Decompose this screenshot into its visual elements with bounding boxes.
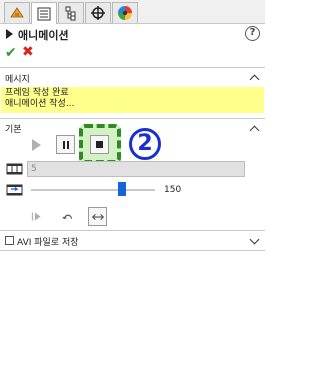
- divider: [0, 250, 265, 251]
- configuration-manager-icon: [65, 6, 76, 21]
- message-box: 프레임 작성 완료 애니메이션 작성...: [1, 87, 264, 113]
- ok-cancel-bar: ✔ ✖: [0, 44, 265, 63]
- play-arrow-icon: [6, 29, 13, 39]
- feature-manager-icon: [10, 7, 24, 18]
- step-number-marker: 2: [129, 128, 161, 160]
- frames-icon: [6, 163, 23, 175]
- property-manager-tab[interactable]: [31, 2, 57, 24]
- display-manager-icon: [118, 6, 132, 20]
- stop-button[interactable]: [90, 135, 109, 154]
- ok-button[interactable]: ✔: [5, 45, 17, 61]
- divider: [0, 118, 265, 119]
- reciprocate-button[interactable]: [88, 207, 107, 226]
- speed-slider-thumb[interactable]: [117, 182, 126, 196]
- loop-button[interactable]: [58, 207, 77, 226]
- dimxpert-manager-tab[interactable]: [85, 2, 111, 23]
- speed-value: 150: [164, 185, 182, 195]
- loop-icon: [61, 214, 72, 219]
- play-once-button[interactable]: [27, 207, 46, 226]
- collapse-message-icon[interactable]: [249, 74, 260, 85]
- pause-icon: [62, 140, 69, 149]
- message-line: 애니메이션 작성...: [5, 99, 75, 109]
- message-line: 프레임 작성 완료: [5, 88, 69, 98]
- collapse-basic-icon[interactable]: [249, 125, 260, 136]
- basic-section-title: 기본: [5, 125, 22, 135]
- cancel-button[interactable]: ✖: [22, 44, 34, 60]
- configuration-manager-tab[interactable]: [58, 2, 84, 23]
- play-once-icon: [31, 212, 41, 221]
- help-icon[interactable]: ?: [245, 26, 260, 41]
- expand-avi-icon[interactable]: [249, 234, 260, 245]
- reciprocate-icon: [91, 213, 104, 220]
- save-avi-checkbox[interactable]: [5, 236, 14, 245]
- speed-slider[interactable]: [31, 189, 155, 191]
- play-icon: [32, 138, 41, 151]
- feature-manager-tab[interactable]: [4, 2, 30, 23]
- dimxpert-manager-icon: [91, 6, 105, 20]
- stop-icon: [96, 141, 103, 148]
- panel-title: 애니메이션: [18, 29, 69, 42]
- pause-button[interactable]: [56, 135, 75, 154]
- panel-header: 애니메이션 ?: [0, 24, 265, 44]
- save-avi-label: AVI 파일로 저장: [17, 238, 79, 248]
- display-manager-tab[interactable]: [112, 2, 138, 23]
- message-section-title: 메시지: [5, 75, 30, 85]
- frame-count-input[interactable]: 5: [27, 161, 245, 177]
- property-manager-icon: [37, 7, 51, 20]
- divider: [0, 230, 265, 231]
- divider: [0, 67, 265, 68]
- speed-icon: [6, 184, 23, 196]
- manager-tab-bar: [0, 0, 265, 24]
- play-button[interactable]: [27, 135, 46, 154]
